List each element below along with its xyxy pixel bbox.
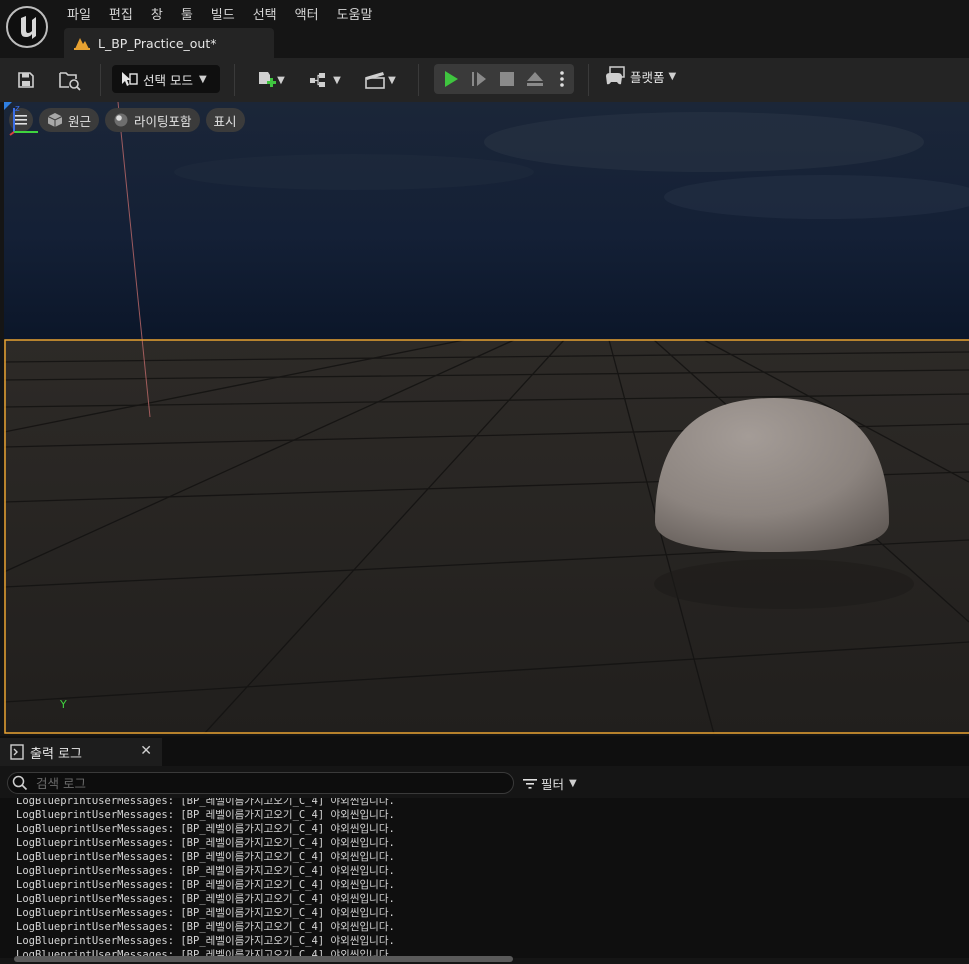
axis-gizmo-icon: z (9, 104, 38, 136)
log-line[interactable]: LogBlueprintUserMessages: [BP_레벨이름가지고오기_… (16, 850, 395, 864)
output-log-panel: 출력 로그 ✕ 필터 ▼ LogBlueprintUserMessages: [… (0, 736, 969, 964)
view-mode-button[interactable]: 라이팅포함 (105, 108, 200, 132)
log-line[interactable]: LogBlueprintUserMessages: [BP_레벨이름가지고오기_… (16, 798, 395, 808)
play-controls (434, 64, 574, 94)
save-button[interactable] (14, 68, 38, 92)
chevron-down-icon: ▼ (569, 778, 577, 789)
clapperboard-icon (365, 72, 385, 89)
menu-actor[interactable]: 액터 (286, 2, 328, 24)
menu-select[interactable]: 선택 (244, 2, 286, 24)
title-bar: 파일 편집 창 툴 빌드 선택 액터 도움말 L_BP_Practice_out… (0, 0, 969, 58)
stop-button[interactable] (496, 67, 518, 91)
level-tab-label: L_BP_Practice_out* (98, 35, 217, 51)
selection-mode-dropdown[interactable]: 선택 모드 ▼ (112, 65, 220, 93)
menu-tools[interactable]: 툴 (172, 2, 202, 24)
blueprint-icon (310, 73, 326, 87)
select-mode-icon (122, 72, 138, 86)
chevron-down-icon: ▼ (277, 74, 285, 86)
output-log-tab-label: 출력 로그 (30, 746, 82, 762)
chevron-down-icon: ▼ (388, 74, 396, 86)
menu-file[interactable]: 파일 (58, 2, 100, 24)
eject-icon (527, 72, 543, 86)
axis-y-label: Y (60, 698, 67, 711)
toolbar-separator (234, 64, 235, 96)
blueprints-button[interactable]: ▼ (306, 67, 344, 93)
menu-help[interactable]: 도움말 (328, 2, 382, 24)
log-line[interactable]: LogBlueprintUserMessages: [BP_레벨이름가지고오기_… (16, 906, 395, 920)
log-search-box[interactable] (7, 772, 514, 794)
log-output-area[interactable]: LogBlueprintUserMessages: [BP_레벨이름가지고오기_… (0, 798, 969, 958)
output-log-tab-bar: 출력 로그 ✕ (0, 736, 969, 766)
add-actor-button[interactable]: ▼ (250, 67, 290, 93)
show-button[interactable]: 표시 (205, 108, 245, 132)
play-button[interactable] (440, 67, 462, 91)
chevron-down-icon: ▼ (198, 73, 207, 85)
save-icon (18, 72, 34, 88)
log-line[interactable]: LogBlueprintUserMessages: [BP_레벨이름가지고오기_… (16, 836, 395, 850)
platforms-icon (606, 66, 625, 85)
svg-text:z: z (15, 104, 20, 114)
cinematics-button[interactable]: ▼ (360, 67, 400, 93)
menu-window[interactable]: 창 (142, 2, 172, 24)
level-viewport[interactable]: 원근 라이팅포함 표시 z Y (4, 102, 969, 734)
menu-build[interactable]: 빌드 (202, 2, 244, 24)
log-line[interactable]: LogBlueprintUserMessages: [BP_레벨이름가지고오기_… (16, 878, 395, 892)
main-toolbar: 선택 모드 ▼ ▼ ▼ ▼ 플랫폼 ▼ (0, 58, 969, 102)
log-line[interactable]: LogBlueprintUserMessages: [BP_레벨이름가지고오기_… (16, 934, 395, 948)
stop-icon (500, 72, 514, 86)
chevron-down-icon: ▼ (668, 70, 677, 82)
play-options-button[interactable] (554, 67, 570, 91)
content-browser-icon (59, 72, 81, 91)
filter-icon (523, 778, 537, 789)
play-icon (445, 71, 458, 87)
log-line[interactable]: LogBlueprintUserMessages: [BP_레벨이름가지고오기_… (16, 864, 395, 878)
horizontal-scrollbar[interactable] (14, 956, 513, 962)
show-label: 표시 (213, 113, 237, 129)
search-icon (12, 775, 28, 791)
viewport-scene (4, 102, 969, 734)
toolbar-separator (588, 64, 589, 96)
output-log-tab[interactable]: 출력 로그 ✕ (0, 738, 162, 766)
unreal-engine-logo-icon[interactable] (6, 6, 48, 48)
filter-dropdown[interactable]: 필터 ▼ (523, 774, 577, 793)
eject-button[interactable] (524, 67, 546, 91)
log-line[interactable]: LogBlueprintUserMessages: [BP_레벨이름가지고오기_… (16, 808, 395, 822)
lit-sphere-icon (113, 112, 129, 128)
perspective-label: 원근 (68, 113, 92, 129)
log-line[interactable]: LogBlueprintUserMessages: [BP_레벨이름가지고오기_… (16, 892, 395, 906)
selection-mode-label: 선택 모드 (143, 72, 193, 88)
output-log-icon (10, 744, 24, 760)
log-search-input[interactable] (34, 774, 478, 792)
menu-edit[interactable]: 편집 (100, 2, 142, 24)
view-mode-label: 라이팅포함 (134, 113, 192, 129)
log-line[interactable]: LogBlueprintUserMessages: [BP_레벨이름가지고오기_… (16, 920, 395, 934)
advance-frame-button[interactable] (468, 67, 490, 91)
platforms-dropdown[interactable]: 플랫폼 ▼ (604, 66, 676, 86)
chevron-down-icon: ▼ (333, 74, 341, 86)
menu-bar: 파일 편집 창 툴 빌드 선택 액터 도움말 (58, 2, 381, 24)
add-actor-icon (259, 72, 277, 87)
toolbar-separator (418, 64, 419, 96)
close-icon[interactable]: ✕ (140, 743, 152, 759)
level-document-tab[interactable]: L_BP_Practice_out* (64, 28, 274, 58)
platforms-label: 플랫폼 (630, 69, 665, 85)
more-vertical-icon (560, 71, 564, 87)
filter-label: 필터 (541, 777, 565, 792)
log-line[interactable]: LogBlueprintUserMessages: [BP_레벨이름가지고오기_… (16, 822, 395, 836)
advance-frame-icon (472, 72, 486, 86)
content-browser-button[interactable] (56, 67, 84, 93)
level-icon (74, 38, 90, 50)
toolbar-separator (100, 64, 101, 96)
